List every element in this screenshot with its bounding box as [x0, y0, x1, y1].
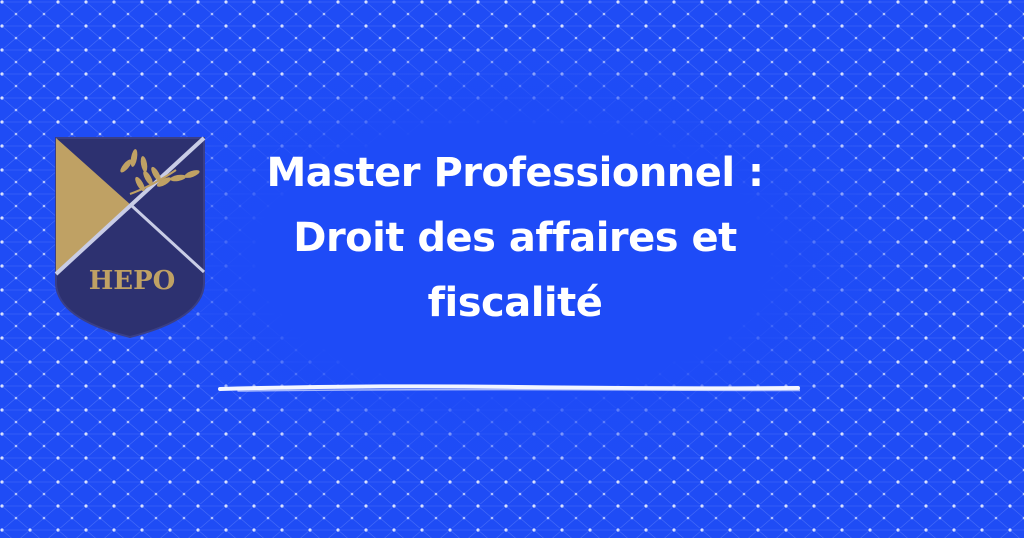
banner: HEPO Master Professionnel : Droit des af… — [0, 0, 1024, 538]
headline-line-3: fiscalité — [427, 280, 603, 326]
brush-underline — [218, 384, 800, 392]
logo-text: HEPO — [89, 266, 176, 296]
headline-line-1: Master Professionnel : — [266, 150, 764, 196]
hepo-shield-logo: HEPO — [54, 136, 206, 339]
headline: Master Professionnel : Droit des affaire… — [215, 141, 815, 336]
headline-line-2: Droit des affaires et — [293, 215, 737, 261]
